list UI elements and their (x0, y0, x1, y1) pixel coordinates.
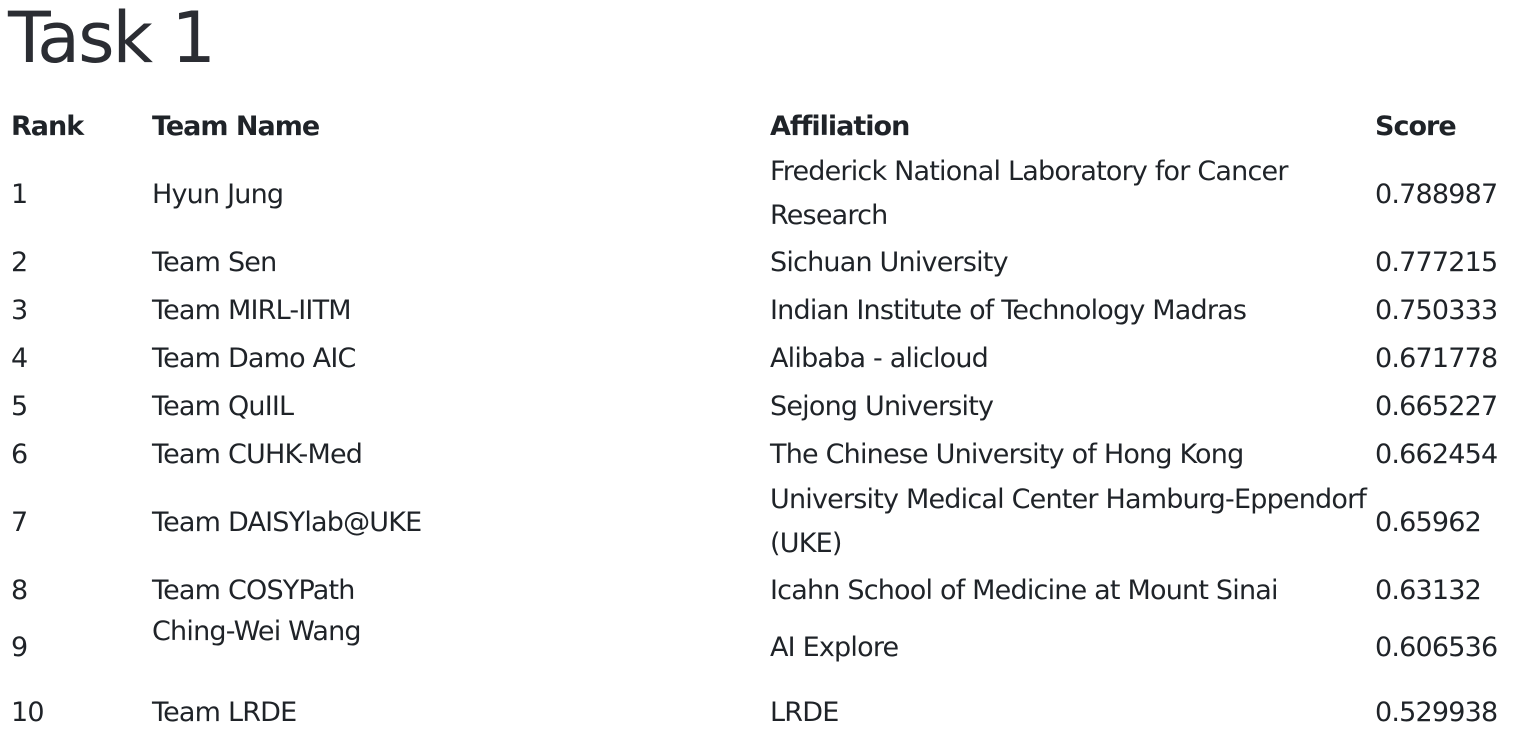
affiliation-cell: LRDE (770, 696, 839, 728)
team-name-cell: Team QuIIL (152, 390, 294, 422)
affiliation-cell: Indian Institute of Technology Madras (770, 294, 1247, 326)
rank-cell: 4 (11, 342, 28, 374)
header-team-name: Team Name (152, 110, 320, 142)
affiliation-cell: Sichuan University (770, 246, 1009, 278)
score-cell: 0.63132 (1375, 574, 1482, 606)
score-cell: 0.671778 (1375, 342, 1498, 374)
team-name-cell: Team CUHK-Med (152, 438, 363, 470)
table-row: 9 Ching-Wei Wang AI Explore 0.606536 (0, 614, 1518, 680)
score-cell: 0.606536 (1375, 631, 1498, 663)
rank-cell: 8 (11, 574, 28, 606)
affiliation-cell: AI Explore (770, 631, 899, 663)
table-row: 5 Team QuIIL Sejong University 0.665227 (0, 382, 1518, 430)
table-row: 3 Team MIRL-IITM Indian Institute of Tec… (0, 286, 1518, 334)
affiliation-cell: Sejong University (770, 390, 994, 422)
rank-cell: 7 (11, 506, 28, 538)
table-row: 8 Team COSYPath Icahn School of Medicine… (0, 566, 1518, 614)
score-cell: 0.777215 (1375, 246, 1498, 278)
table-header-row: Rank Team Name Affiliation Score (0, 102, 1518, 150)
team-name-cell: Team Sen (152, 246, 277, 278)
team-name-cell: Team LRDE (152, 696, 297, 728)
rank-cell: 5 (11, 390, 28, 422)
team-name-cell: Team COSYPath (152, 574, 355, 606)
affiliation-cell: The Chinese University of Hong Kong (770, 438, 1244, 470)
affiliation-cell: Alibaba - alicloud (770, 342, 989, 374)
score-cell: 0.665227 (1375, 390, 1498, 422)
leaderboard-table: Rank Team Name Affiliation Score 1 Hyun … (0, 102, 1518, 744)
table-row: 1 Hyun Jung Frederick National Laborator… (0, 150, 1518, 238)
score-cell: 0.750333 (1375, 294, 1498, 326)
rank-cell: 10 (11, 696, 45, 728)
score-cell: 0.788987 (1375, 178, 1498, 210)
table-row: 2 Team Sen Sichuan University 0.777215 (0, 238, 1518, 286)
rank-cell: 6 (11, 438, 28, 470)
rank-cell: 1 (11, 178, 28, 210)
table-row: 10 Team LRDE LRDE 0.529938 (0, 680, 1518, 744)
rank-cell: 3 (11, 294, 28, 326)
page-title: Task 1 (8, 0, 216, 79)
affiliation-cell: Frederick National Laboratory for Cancer… (770, 156, 1288, 231)
page: Task 1 Rank Team Name Affiliation Score … (0, 0, 1518, 748)
table-row: 6 Team CUHK-Med The Chinese University o… (0, 430, 1518, 478)
affiliation-cell: University Medical Center Hamburg-Eppend… (770, 484, 1367, 559)
team-name-cell: Team DAISYlab@UKE (152, 506, 422, 538)
team-name-cell: Team MIRL-IITM (152, 294, 352, 326)
score-cell: 0.662454 (1375, 438, 1498, 470)
score-cell: 0.65962 (1375, 506, 1482, 538)
team-name-cell: Ching-Wei Wang (152, 616, 362, 647)
affiliation-cell: Icahn School of Medicine at Mount Sinai (770, 574, 1279, 606)
header-rank: Rank (11, 110, 84, 142)
team-name-cell: Hyun Jung (152, 178, 284, 210)
table-row: 4 Team Damo AIC Alibaba - alicloud 0.671… (0, 334, 1518, 382)
header-affiliation: Affiliation (770, 110, 910, 142)
rank-cell: 2 (11, 246, 28, 278)
rank-cell: 9 (11, 631, 28, 663)
team-name-cell: Team Damo AIC (152, 342, 356, 374)
header-score: Score (1375, 110, 1457, 142)
score-cell: 0.529938 (1375, 696, 1498, 728)
table-row: 7 Team DAISYlab@UKE University Medical C… (0, 478, 1518, 566)
